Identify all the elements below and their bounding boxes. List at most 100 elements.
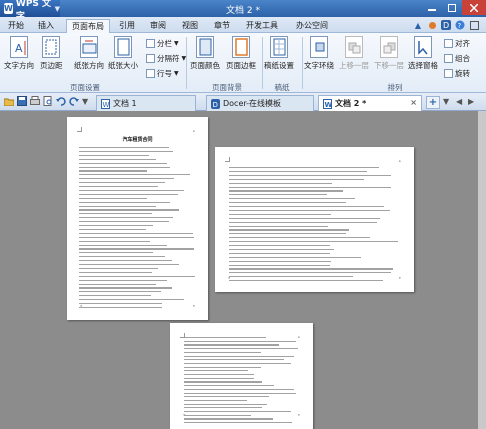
print-icon[interactable] [30,96,40,106]
text-line [79,275,195,277]
align-button[interactable]: 对齐 [444,38,470,49]
undo-icon[interactable] [56,96,66,106]
group-icon [444,54,453,63]
rotate-icon [444,69,453,78]
tab-list-chevron-icon[interactable]: ▼ [443,97,449,106]
scroll-tabs-right-icon[interactable]: ▶ [468,97,474,106]
document-page-3[interactable] [170,323,313,429]
doc-tab-docer[interactable]: D Docer-在线模板 [206,95,314,111]
document-tab-bar: ▼ W 文档 1 D Docer-在线模板 W 文档 2 * × + ▼ ◀ ▶ [0,93,486,111]
doc-tab-label: 文档 2 * [335,99,367,108]
breaks-button[interactable]: 分隔符 ▼ [146,53,186,64]
margins-button[interactable]: 页边距 [40,36,63,71]
tab-chapter[interactable]: 章节 [208,19,236,33]
selection-pane-icon [414,36,432,58]
margins-label: 页边距 [40,61,63,70]
tab-developer[interactable]: 开发工具 [242,19,282,33]
text-line [229,186,391,188]
new-tab-button[interactable]: + [426,96,440,109]
scroll-tabs-left-icon[interactable]: ◀ [456,97,462,106]
text-line [184,392,296,394]
divider [186,37,187,89]
text-line [79,244,167,246]
doc-tab-1[interactable]: W 文档 1 [96,95,196,111]
text-line [184,403,267,405]
text-line [79,197,147,199]
page-color-button[interactable]: 页面颜色 [190,36,220,71]
selection-pane-button[interactable]: 选择窗格 [408,36,438,71]
doc-tab-2[interactable]: W 文档 2 * × [318,95,422,111]
group-label-arrange: 排列 [387,83,403,92]
manuscript-button[interactable]: 稿纸设置 [264,36,294,71]
minimize-button[interactable] [422,0,442,15]
paper-size-label: 纸张大小 [108,61,138,70]
window-title: 文档 2 * [226,6,260,16]
open-icon[interactable] [4,96,14,106]
text-direction-button[interactable]: A 文字方向 [4,36,34,71]
columns-button[interactable]: 分栏 ▼ [146,38,179,49]
group-button[interactable]: 组合 [444,53,470,64]
document-page-1[interactable]: 汽车租赁合同 [67,117,208,320]
send-backward-icon [380,36,398,58]
orientation-button[interactable]: 纸张方向 [74,36,104,71]
text-line [79,295,151,297]
text-line [229,276,353,278]
tab-page-layout[interactable]: 页面布局 [66,19,110,33]
document-page-2[interactable] [215,147,414,292]
tab-view[interactable]: 视图 [177,19,203,33]
text-line [229,268,393,270]
margin-corner-mark [399,160,401,162]
orientation-icon [80,36,98,58]
save-icon[interactable] [17,96,27,106]
send-backward-button[interactable]: 下移一层 [374,36,404,71]
text-line [184,355,294,357]
ribbon: A 文字方向 页边距 纸张方向 纸张大小 分栏 ▼ 分隔符 ▼ 行号 ▼ 页面设… [0,33,486,93]
page-border-icon [232,36,250,58]
text-line [184,340,296,342]
rotate-button[interactable]: 旋转 [444,68,470,79]
text-line [184,385,274,387]
skin-icon[interactable] [426,18,438,32]
bring-forward-button[interactable]: 上移一层 [339,36,369,71]
chevron-down-icon: ▼ [174,40,179,47]
text-line [79,279,167,281]
print-preview-icon[interactable] [43,96,53,106]
text-line [184,381,262,383]
text-line [79,182,165,184]
send-backward-label: 下移一层 [374,61,404,70]
text-line [229,198,355,200]
wrap-text-button[interactable]: 文字环绕 [304,36,334,71]
bring-forward-icon [345,36,363,58]
text-line [229,225,328,227]
tab-home[interactable]: 开始 [4,19,28,33]
quick-access-chevron-icon[interactable]: ▼ [82,97,88,106]
close-button[interactable] [462,0,486,15]
columns-icon [146,39,155,48]
vertical-scrollbar[interactable] [478,111,486,429]
paper-size-button[interactable]: 纸张大小 [108,36,138,71]
text-line [229,178,364,180]
caret-up-icon[interactable]: ▲ [412,18,424,32]
manuscript-label: 稿纸设置 [264,61,294,70]
tab-office-space[interactable]: 办公空间 [290,19,334,33]
maximize-button[interactable] [442,0,462,15]
svg-text:D: D [213,101,218,109]
rotate-label: 旋转 [455,69,470,78]
tab-insert[interactable]: 插入 [32,19,60,33]
tab-references[interactable]: 引用 [115,19,139,33]
line-numbers-button[interactable]: 行号 ▼ [146,68,179,79]
tab-review[interactable]: 审阅 [144,19,172,33]
text-line [184,351,261,353]
text-line [229,206,384,208]
docer-icon[interactable]: D [440,18,452,32]
title-bar: W WPS 文字 ▼ 文档 2 * [0,0,486,22]
help-icon[interactable]: ? [454,18,466,32]
redo-icon[interactable] [69,96,79,106]
restore-ribbon-icon[interactable] [468,18,480,32]
text-line [184,422,292,424]
page-border-button[interactable]: 页面边框 [226,36,256,71]
margin-corner-mark [77,127,82,132]
text-line [184,359,284,361]
text-line [229,170,367,173]
close-tab-icon[interactable]: × [410,98,417,107]
